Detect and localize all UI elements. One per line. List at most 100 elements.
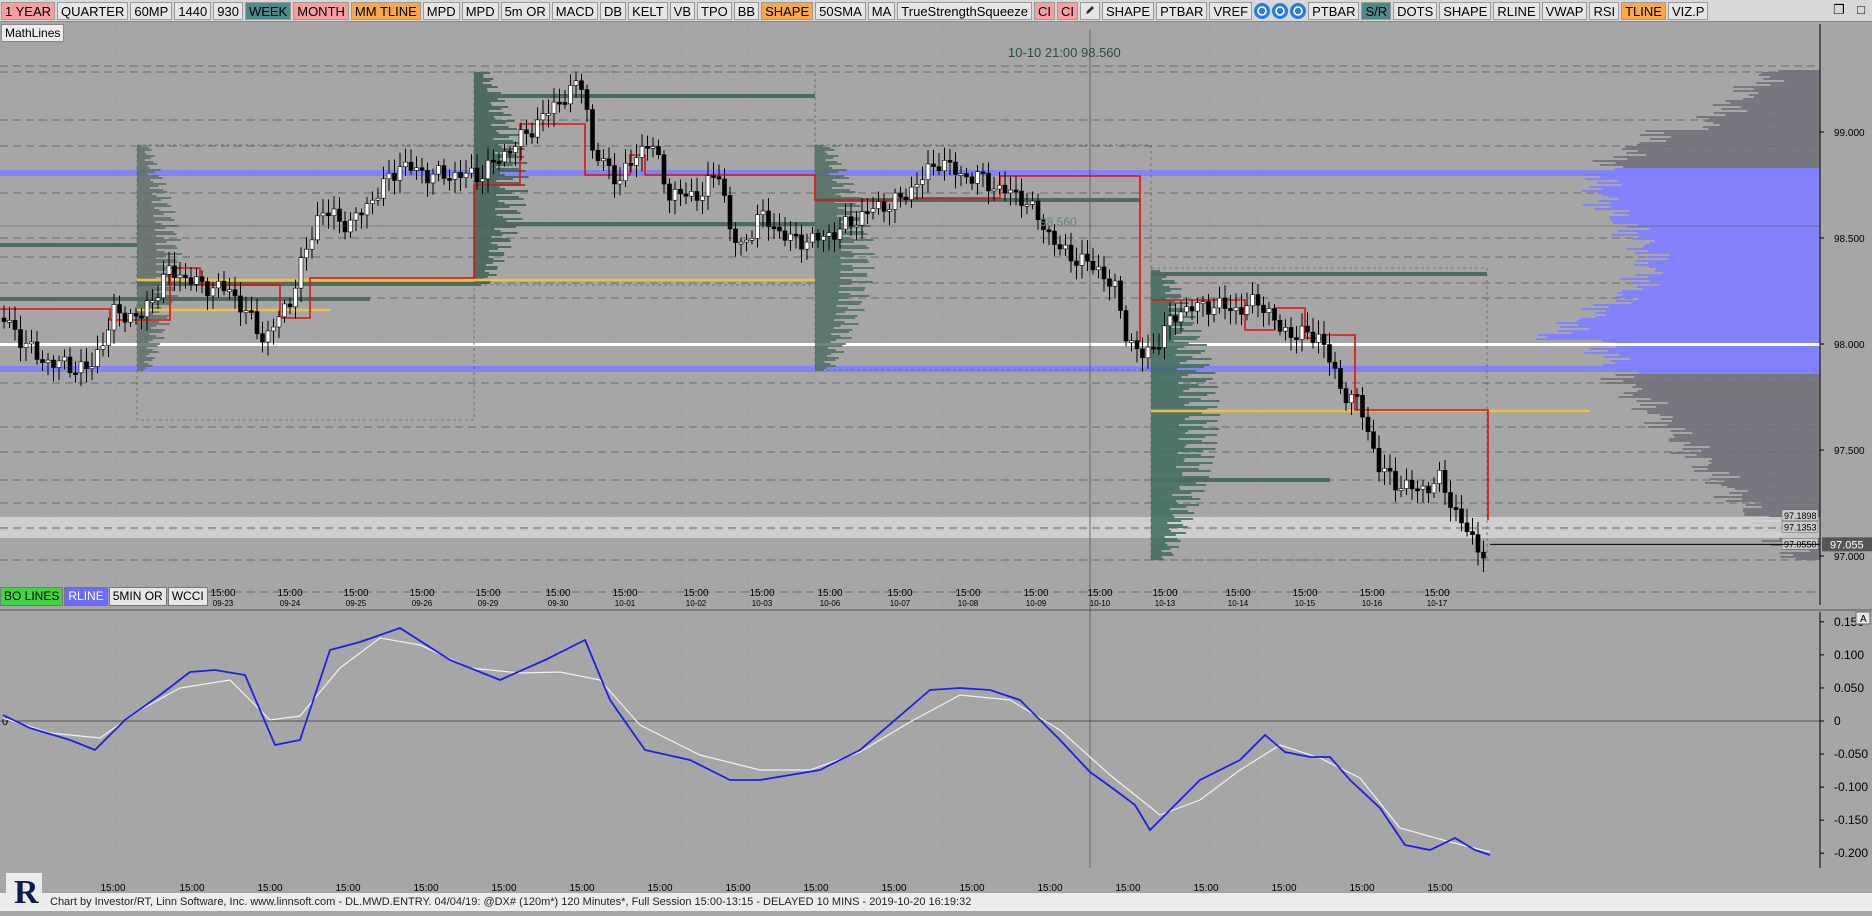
candle-body — [293, 287, 298, 308]
toolbar-button-shape-17[interactable]: SHAPE — [761, 1, 814, 20]
toolbar-button-5m-or-10[interactable]: 5m OR — [500, 1, 550, 20]
weekly-volume-profile — [474, 282, 491, 284]
candle-body — [95, 349, 100, 367]
weekly-volume-profile — [474, 244, 498, 246]
study-button-5min-or[interactable]: 5MIN OR — [108, 587, 167, 606]
weekly-volume-profile — [137, 233, 177, 235]
toolbar-button-kelt-13[interactable]: KELT — [628, 1, 668, 20]
candle-body — [661, 154, 667, 185]
toolbar-button-ptbar-b3-0[interactable]: PTBAR — [1308, 1, 1360, 20]
candle-body — [1134, 340, 1140, 350]
toolbar-button-quarter-1[interactable]: QUARTER — [57, 1, 129, 20]
toolbar-button-rline-b3-4[interactable]: RLINE — [1493, 1, 1540, 20]
weekly-volume-profile — [137, 239, 181, 241]
weekly-volume-profile — [815, 355, 828, 357]
toolbar-button-ma-19[interactable]: MA — [867, 1, 896, 20]
weekly-volume-profile — [137, 217, 172, 219]
toolbar-button-vref-b2-2[interactable]: VREF — [1209, 1, 1253, 20]
toolbar-button-vb-14[interactable]: VB — [669, 1, 695, 20]
weekly-volume-profile — [815, 209, 845, 211]
weekly-volume-profile — [137, 289, 175, 291]
weekly-volume-profile — [474, 232, 518, 234]
weekly-volume-profile — [474, 82, 483, 84]
volume-profile-bar — [1615, 300, 1820, 302]
study-button-rline[interactable]: RLINE — [64, 587, 108, 606]
volume-profile-bar — [1636, 144, 1820, 146]
restore-window-icon[interactable]: ❐ — [1828, 0, 1850, 20]
weekly-volume-profile — [137, 293, 164, 295]
weekly-volume-profile — [474, 108, 502, 110]
price-axis-label: 97.000 — [1834, 552, 1865, 563]
footer-text: Chart by Investor/RT, Linn Software, Inc… — [50, 896, 972, 908]
candle-body — [535, 119, 540, 138]
toolbar-button-tpo-15[interactable]: TPO — [697, 1, 732, 20]
clock-icon[interactable] — [1290, 2, 1307, 19]
weekly-volume-profile — [1151, 468, 1199, 470]
toolbar-button-ptbar-b2-1[interactable]: PTBAR — [1156, 1, 1208, 20]
toolbar-button-s-r-b3-1[interactable]: S/R — [1361, 1, 1392, 20]
toolbar-button-mpd-8[interactable]: MPD — [422, 1, 460, 20]
toolbar-button-vwap-b3-5[interactable]: VWAP — [1541, 1, 1588, 20]
toolbar-button-db-12[interactable]: DB — [600, 1, 627, 20]
close-window-icon[interactable]: □ — [1850, 0, 1872, 20]
toolbar-button-mpd-9[interactable]: MPD — [461, 1, 499, 20]
candle-body — [40, 359, 45, 363]
toolbar-button-tline-b3-7[interactable]: TLINE — [1621, 1, 1666, 20]
osc-axis-label: -0.150 — [1834, 813, 1868, 827]
toolbar-button-macd-11[interactable]: MACD — [551, 1, 599, 20]
weekly-volume-profile — [815, 323, 859, 325]
weekly-volume-profile — [815, 243, 840, 245]
weekly-volume-profile — [815, 229, 839, 231]
toolbar-button-viz-p-b3-8[interactable]: VIZ.P — [1667, 1, 1709, 20]
candle-body — [590, 109, 595, 151]
price-chart[interactable]: 98.560 99.000 98.500 98.000 97.500 97.000 97.1… — [0, 22, 1872, 911]
volume-profile-bar — [1684, 428, 1820, 430]
refresh-icon[interactable] — [1254, 2, 1271, 19]
volume-profile-bar — [1647, 412, 1820, 414]
toolbar-button-mm-tline-7[interactable]: MM TLINE — [350, 1, 421, 20]
weekly-volume-profile — [1151, 422, 1207, 424]
candle-body — [1107, 278, 1112, 287]
toolbar-button-60mp-2[interactable]: 60MP — [130, 1, 173, 20]
toolbar-button-50sma-18[interactable]: 50SMA — [815, 1, 866, 20]
mathlines-button[interactable]: MathLines — [1, 24, 65, 42]
toolbar-button-truestrengthsqueeze-20[interactable]: TrueStrengthSqueeze — [897, 1, 1033, 20]
candle-body — [678, 188, 683, 195]
weekly-volume-profile — [474, 266, 498, 268]
weekly-volume-profile — [815, 151, 826, 153]
candle-body — [1096, 266, 1101, 271]
toolbar-button-shape-b3-3[interactable]: SHAPE — [1439, 1, 1492, 20]
toolbar-button-shape-b2-0[interactable]: SHAPE — [1102, 1, 1155, 20]
candle-body — [463, 172, 469, 178]
toolbar-button-week-5[interactable]: WEEK — [244, 1, 292, 20]
study-button-wcci[interactable]: WCCI — [167, 587, 208, 606]
chart-area[interactable]: 98.560 99.000 98.500 98.000 97.500 97.000 97.1… — [0, 22, 1872, 911]
toolbar-button-930-4[interactable]: 930 — [213, 1, 243, 20]
study-button-bo-lines[interactable]: BO LINES — [0, 587, 64, 606]
toolbar-button-ci-22[interactable]: CI — [1057, 1, 1079, 20]
volume-profile-bar — [1606, 382, 1820, 384]
toolbar-button-dots-b3-2[interactable]: DOTS — [1393, 1, 1438, 20]
toolbar-button-rsi-b3-6[interactable]: RSI — [1589, 1, 1620, 20]
volume-profile-bar — [1606, 314, 1820, 316]
candle-body — [1162, 325, 1167, 348]
toolbar-button-1-year-0[interactable]: 1 YEAR — [1, 1, 56, 20]
weekly-volume-profile — [474, 120, 515, 122]
volume-profile-bar — [1637, 232, 1820, 234]
toolbar-button-bb-16[interactable]: BB — [733, 1, 760, 20]
reload-icon[interactable] — [1272, 2, 1289, 19]
toolbar-button-ci-21[interactable]: CI — [1034, 1, 1056, 20]
toolbar-button-month-6[interactable]: MONTH — [293, 1, 349, 20]
weekly-volume-profile — [1151, 494, 1173, 496]
volume-profile-bar — [1635, 260, 1820, 262]
volume-profile-bar — [1725, 500, 1820, 502]
candle-body — [826, 232, 832, 237]
weekly-volume-profile — [1151, 472, 1183, 474]
date-axis-date: 10-07 — [890, 599, 911, 608]
pencil-icon[interactable] — [1080, 1, 1101, 20]
toolbar-button-1440-3[interactable]: 1440 — [174, 1, 212, 20]
weekly-poc-line — [1151, 272, 1487, 276]
volume-profile-bar — [1682, 448, 1820, 450]
weekly-volume-profile — [1151, 338, 1197, 340]
candle-body — [1442, 470, 1448, 493]
